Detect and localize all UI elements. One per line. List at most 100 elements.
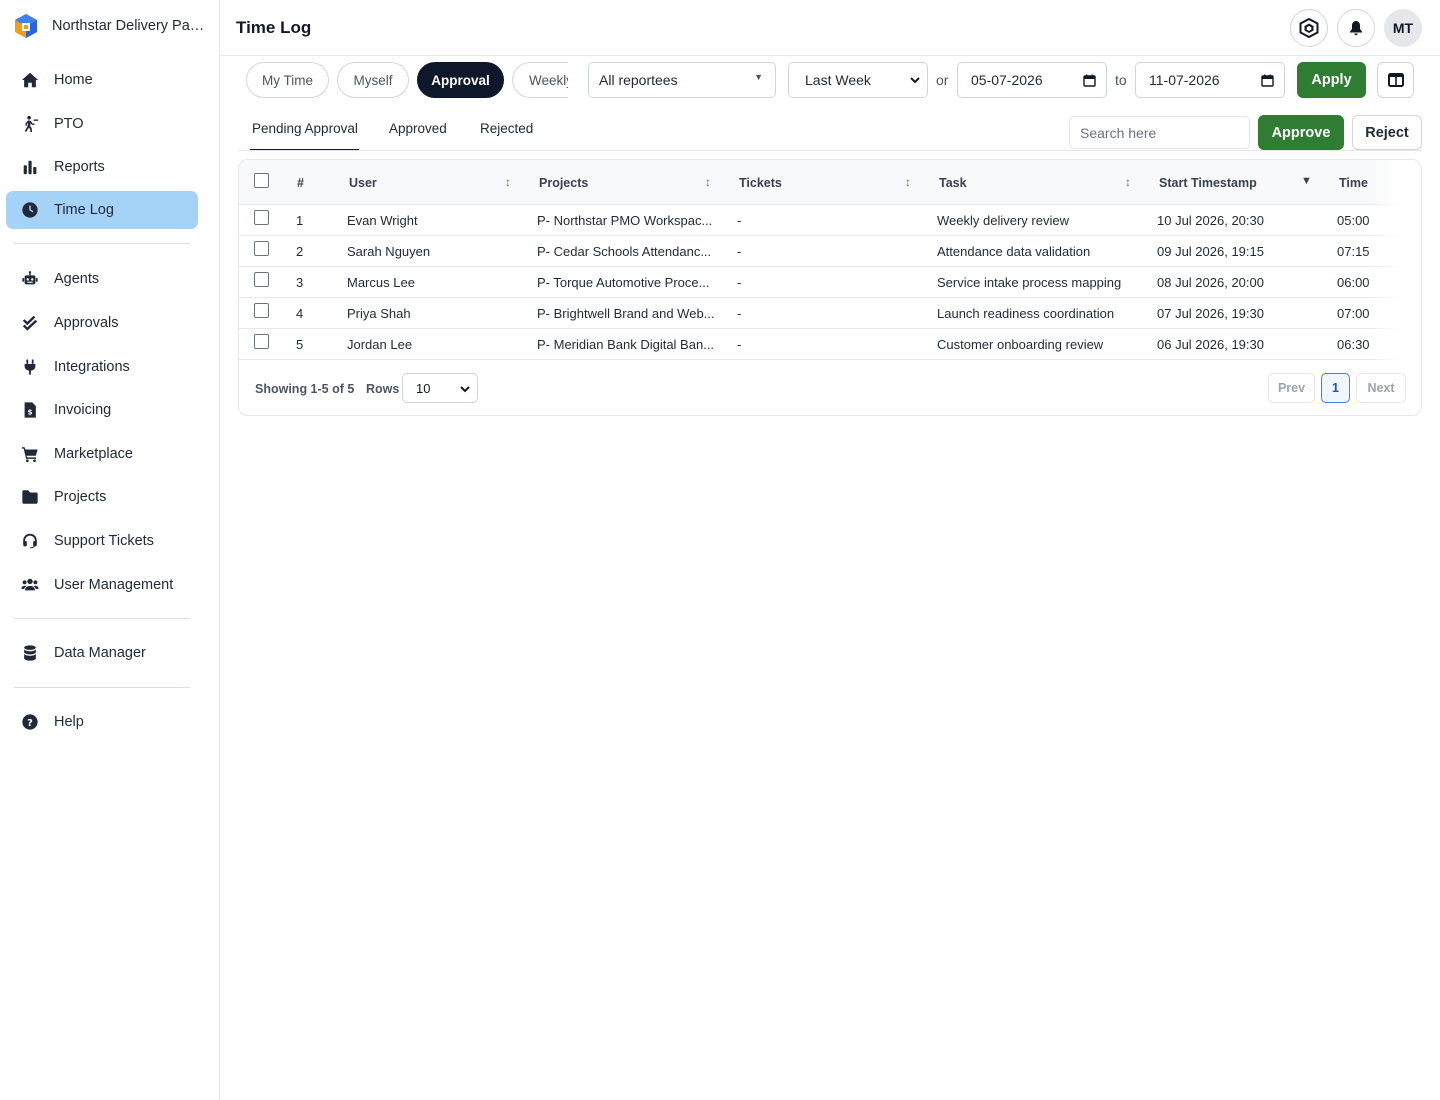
column-header-tickets[interactable]: Tickets	[739, 176, 782, 190]
column-header-time[interactable]: Time	[1339, 176, 1368, 190]
column-header-projects[interactable]: Projects	[539, 176, 588, 190]
table-row[interactable]: 4 Priya Shah P- Brightwell Brand and Web…	[239, 298, 1421, 329]
range-select-value: Last Week	[805, 72, 871, 88]
tab-approved[interactable]: Approved	[389, 121, 447, 151]
row-start-timestamp: 07 Jul 2026, 19:30	[1157, 306, 1264, 321]
apply-button[interactable]: Apply	[1297, 62, 1366, 98]
sidebar-item-approvals[interactable]: Approvals	[6, 304, 198, 342]
sidebar-item-label: Marketplace	[54, 446, 133, 462]
user-avatar[interactable]: MT	[1384, 9, 1422, 47]
sort-icon[interactable]: ↕	[705, 175, 711, 189]
sidebar-item-support-tickets[interactable]: Support Tickets	[6, 522, 198, 560]
select-all-checkbox[interactable]	[254, 173, 269, 188]
table-row[interactable]: 1 Evan Wright P- Northstar PMO Workspac.…	[239, 205, 1421, 236]
row-start-timestamp: 06 Jul 2026, 19:30	[1157, 337, 1264, 352]
row-number: 2	[296, 244, 304, 259]
sidebar-item-user-management[interactable]: User Management	[6, 566, 198, 604]
sidebar-item-pto[interactable]: PTO	[6, 105, 198, 143]
sort-icon[interactable]: ↕	[505, 175, 511, 189]
sidebar-item-data-manager[interactable]: Data Manager	[6, 634, 198, 672]
view-tab-weekly[interactable]: Weekly	[512, 62, 574, 98]
row-task: Service intake process mapping	[937, 275, 1122, 290]
app-logo-icon	[1299, 18, 1319, 38]
table-row[interactable]: 5 Jordan Lee P- Meridian Bank Digital Ba…	[239, 329, 1421, 360]
view-tab-approval[interactable]: Approval	[417, 62, 504, 98]
column-header-start-timestamp[interactable]: Start Timestamp	[1159, 176, 1257, 190]
walk-icon	[20, 114, 40, 134]
sidebar-item-integrations[interactable]: Integrations	[6, 348, 198, 386]
calendar-icon	[1261, 74, 1274, 87]
brand[interactable]: Northstar Delivery Partners	[14, 12, 208, 40]
column-header-task[interactable]: Task	[939, 176, 967, 190]
tab-rejected[interactable]: Rejected	[480, 121, 533, 151]
chevron-down-icon	[460, 386, 470, 393]
robot-icon	[20, 269, 40, 289]
table-row[interactable]: 2 Sarah Nguyen P- Cedar Schools Attendan…	[239, 236, 1421, 267]
rows-per-page-select[interactable]: 10	[402, 373, 478, 403]
reportees-select[interactable]: All reportees ▼	[588, 62, 776, 98]
table-row[interactable]: 3 Marcus Lee P- Torque Automotive Proce.…	[239, 267, 1421, 298]
row-checkbox[interactable]	[254, 210, 269, 225]
sidebar-item-help[interactable]: ? Help	[6, 703, 198, 741]
row-time: 06:00	[1337, 275, 1370, 290]
row-checkbox[interactable]	[254, 272, 269, 287]
prev-page-button[interactable]: Prev	[1268, 373, 1315, 403]
row-ticket: -	[737, 213, 742, 228]
next-page-button[interactable]: Next	[1356, 373, 1406, 403]
sidebar-item-reports[interactable]: Reports	[6, 148, 198, 186]
sidebar-item-marketplace[interactable]: Marketplace	[6, 435, 198, 473]
page-title: Time Log	[236, 18, 312, 37]
search-placeholder: Search here	[1080, 124, 1157, 141]
range-select[interactable]: Last Week	[788, 62, 928, 98]
sort-desc-icon[interactable]: ▼	[1301, 175, 1312, 187]
brand-name: Northstar Delivery Partners	[52, 18, 208, 34]
sidebar-item-invoicing[interactable]: $ Invoicing	[6, 391, 198, 429]
row-time: 07:15	[1337, 244, 1370, 259]
row-project: P- Meridian Bank Digital Ban...	[537, 337, 715, 352]
column-layout-button[interactable]	[1377, 62, 1414, 98]
approve-button[interactable]: Approve	[1258, 115, 1344, 150]
sidebar-item-home[interactable]: Home	[6, 61, 198, 99]
top-header: Time Log MT	[220, 0, 1440, 56]
sidebar-divider	[14, 618, 190, 619]
row-user: Priya Shah	[347, 306, 411, 321]
column-header-user[interactable]: User	[349, 176, 377, 190]
reject-button[interactable]: Reject	[1352, 115, 1422, 150]
row-number: 3	[296, 275, 304, 290]
home-icon	[20, 70, 40, 90]
horizontal-scroll-fade	[1367, 160, 1421, 360]
sort-icon[interactable]: ↕	[1125, 175, 1131, 189]
columns-icon	[1387, 73, 1404, 87]
brand-app-button[interactable]	[1290, 9, 1328, 47]
cart-icon	[20, 444, 40, 464]
sidebar-item-agents[interactable]: Agents	[6, 260, 198, 298]
row-number: 4	[296, 306, 304, 321]
sidebar-item-label: User Management	[54, 577, 174, 593]
row-checkbox[interactable]	[254, 334, 269, 349]
row-ticket: -	[737, 275, 742, 290]
view-tab-my-time[interactable]: My Time	[246, 62, 329, 98]
row-checkbox[interactable]	[254, 303, 269, 318]
sidebar-item-projects[interactable]: Projects	[6, 478, 198, 516]
row-checkbox[interactable]	[254, 241, 269, 256]
sort-icon[interactable]: ↕	[905, 175, 911, 189]
search-input[interactable]: Search here	[1069, 116, 1250, 149]
svg-text:$: $	[27, 408, 32, 417]
sidebar-item-label: Data Manager	[54, 645, 146, 661]
headset-icon	[20, 531, 40, 551]
from-date-input[interactable]: 05-07-2026	[957, 62, 1107, 98]
row-user: Jordan Lee	[347, 337, 413, 352]
sidebar-divider	[14, 687, 190, 688]
sidebar-item-label: Invoicing	[54, 402, 112, 418]
bar-chart-icon	[20, 157, 40, 177]
to-date-value: 11-07-2026	[1149, 72, 1220, 88]
sidebar-item-label: Support Tickets	[54, 533, 154, 549]
notifications-button[interactable]	[1337, 9, 1375, 47]
to-date-input[interactable]: 11-07-2026	[1135, 62, 1285, 98]
sidebar-item-time-log[interactable]: Time Log	[6, 191, 198, 229]
page-1-button[interactable]: 1	[1321, 373, 1350, 403]
view-tab-myself[interactable]: Myself	[337, 62, 409, 98]
row-time: 07:00	[1337, 306, 1370, 321]
sidebar-item-label: Integrations	[54, 359, 130, 375]
tab-pending-approval[interactable]: Pending Approval	[250, 121, 359, 151]
